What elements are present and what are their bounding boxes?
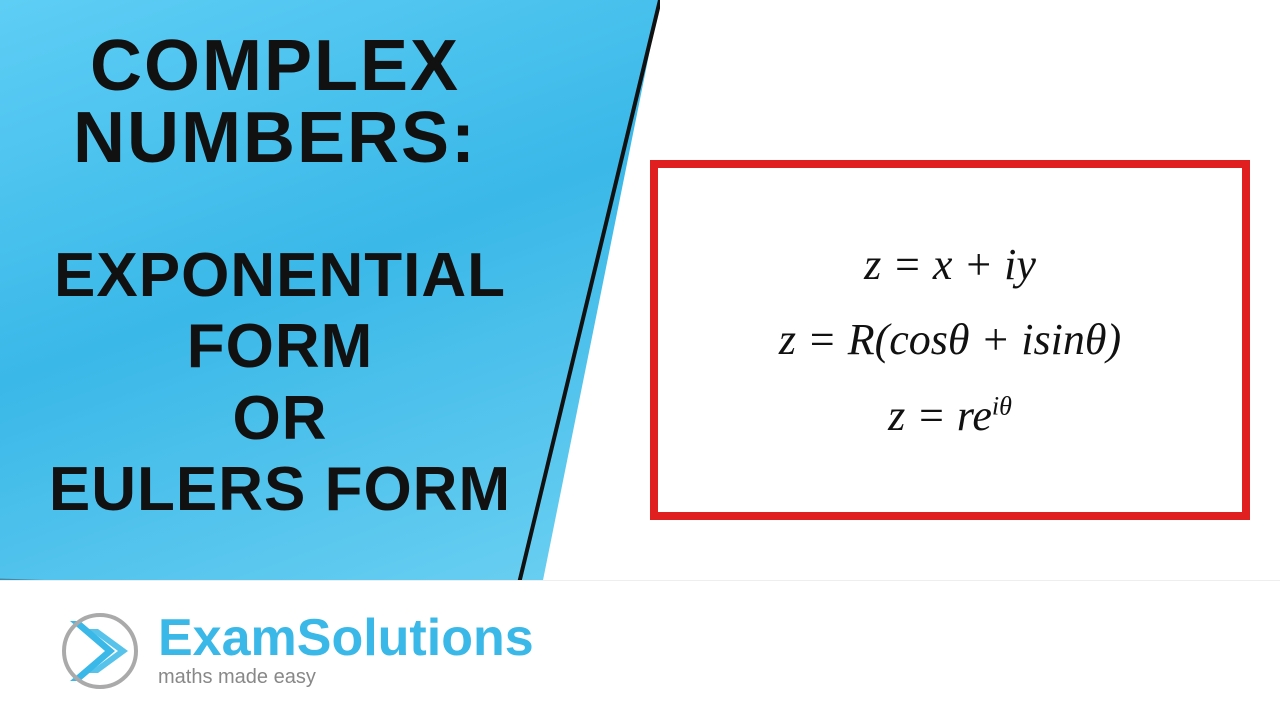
title-numbers: NUMBERS:: [30, 102, 520, 174]
logo-container: ExamSolutions maths made easy: [60, 611, 534, 691]
title-area: COMPLEX NUMBERS:: [0, 30, 540, 174]
title-complex: COMPLEX: [30, 30, 520, 102]
subtitle-text: EXPONENTIAL FORM OR EULERS FORM: [10, 240, 550, 525]
formula-3: z = reiθ: [888, 387, 1012, 444]
formula-1: z = x + iy: [864, 236, 1036, 293]
logo-text-area: ExamSolutions maths made easy: [158, 612, 534, 689]
logo-exam: Exam: [158, 609, 297, 667]
exam-solutions-icon: [60, 611, 140, 691]
formula-2: z = R(cosθ + isinθ): [779, 311, 1121, 368]
bottom-area: ExamSolutions maths made easy: [0, 580, 1280, 720]
subtitle-line1: EXPONENTIAL FORM: [10, 240, 550, 383]
logo-solutions: Solutions: [297, 609, 534, 667]
subtitle-line2: OR: [10, 383, 550, 454]
logo-name: ExamSolutions: [158, 612, 534, 664]
logo-tagline: maths made easy: [158, 666, 534, 689]
subtitle-line3: EULERS FORM: [10, 454, 550, 525]
formula-box: z = x + iy z = R(cosθ + isinθ) z = reiθ: [650, 160, 1250, 520]
subtitle-area: EXPONENTIAL FORM OR EULERS FORM: [0, 240, 560, 525]
